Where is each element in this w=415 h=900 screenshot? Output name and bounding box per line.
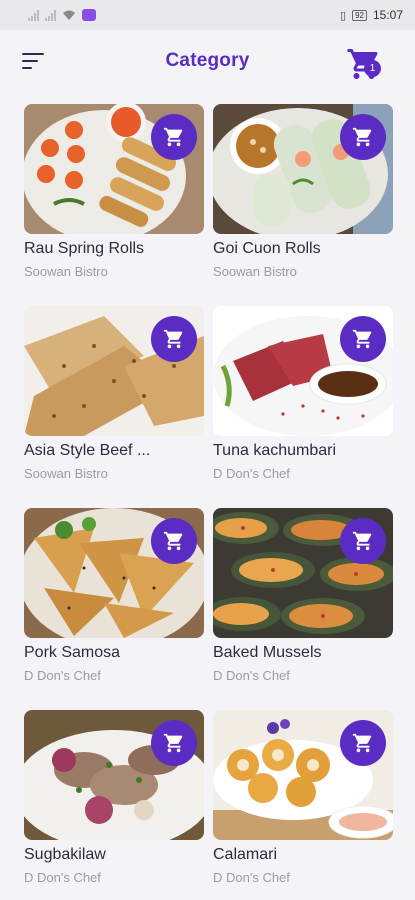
- product-card-pork-samosa[interactable]: Pork Samosa D Don's Chef: [24, 508, 204, 698]
- add-to-cart-button[interactable]: [340, 316, 386, 362]
- product-card-calamari[interactable]: Calamari D Don's Chef: [213, 710, 393, 900]
- product-name: Sugbakilaw: [24, 846, 106, 863]
- cart-icon: [163, 733, 183, 753]
- product-card-baked-mussels[interactable]: Baked Mussels D Don's Chef: [213, 508, 393, 698]
- product-shop: D Don's Chef: [213, 668, 290, 683]
- product-shop: D Don's Chef: [24, 668, 101, 683]
- clock: 15:07: [372, 8, 403, 22]
- product-name: Tuna kachumbari: [213, 442, 337, 459]
- add-to-cart-button[interactable]: [340, 720, 386, 766]
- cart-icon: [163, 329, 183, 349]
- status-right: ▯ 92 15:07: [340, 8, 403, 22]
- add-to-cart-button[interactable]: [151, 518, 197, 564]
- notification-icon: [82, 9, 96, 21]
- product-card-asia-style-beef[interactable]: Asia Style Beef ... Soowan Bistro: [24, 306, 204, 496]
- status-left: [28, 9, 96, 21]
- product-card-tuna-kachumbari[interactable]: Tuna kachumbari D Don's Chef: [213, 306, 393, 496]
- cart-icon: [352, 127, 372, 147]
- add-to-cart-button[interactable]: [340, 518, 386, 564]
- product-card-goi-cuon-rolls[interactable]: Goi Cuon Rolls Soowan Bistro: [213, 104, 393, 294]
- product-name: Goi Cuon Rolls: [213, 240, 321, 257]
- signal-icon-2: [45, 9, 56, 21]
- product-name: Baked Mussels: [213, 644, 322, 661]
- product-shop: D Don's Chef: [24, 870, 101, 885]
- cart-icon: [352, 531, 372, 551]
- cart-icon: [163, 531, 183, 551]
- add-to-cart-button[interactable]: [151, 114, 197, 160]
- product-shop: D Don's Chef: [213, 870, 290, 885]
- vibrate-icon: ▯: [340, 9, 347, 22]
- add-to-cart-button[interactable]: [151, 720, 197, 766]
- product-name: Asia Style Beef ...: [24, 442, 151, 459]
- battery-level: 92: [355, 10, 364, 20]
- cart-count-badge: 1: [364, 60, 381, 77]
- wifi-icon: [63, 10, 75, 20]
- cart-icon: [352, 733, 372, 753]
- signal-icon: [28, 9, 39, 21]
- cart-icon: [352, 329, 372, 349]
- status-bar: ▯ 92 15:07: [0, 0, 415, 30]
- product-shop: Soowan Bistro: [24, 264, 108, 279]
- product-name: Rau Spring Rolls: [24, 240, 145, 257]
- product-shop: Soowan Bistro: [213, 264, 297, 279]
- product-card-rau-spring-rolls[interactable]: Rau Spring Rolls Soowan Bistro: [24, 104, 204, 294]
- product-shop: D Don's Chef: [213, 466, 290, 481]
- product-name: Calamari: [213, 846, 278, 863]
- cart-icon: [163, 127, 183, 147]
- add-to-cart-button[interactable]: [151, 316, 197, 362]
- product-card-sugbakilaw[interactable]: Sugbakilaw D Don's Chef: [24, 710, 204, 900]
- battery-icon: 92: [352, 9, 367, 21]
- add-to-cart-button[interactable]: [340, 114, 386, 160]
- product-name: Pork Samosa: [24, 644, 121, 661]
- product-shop: Soowan Bistro: [24, 466, 108, 481]
